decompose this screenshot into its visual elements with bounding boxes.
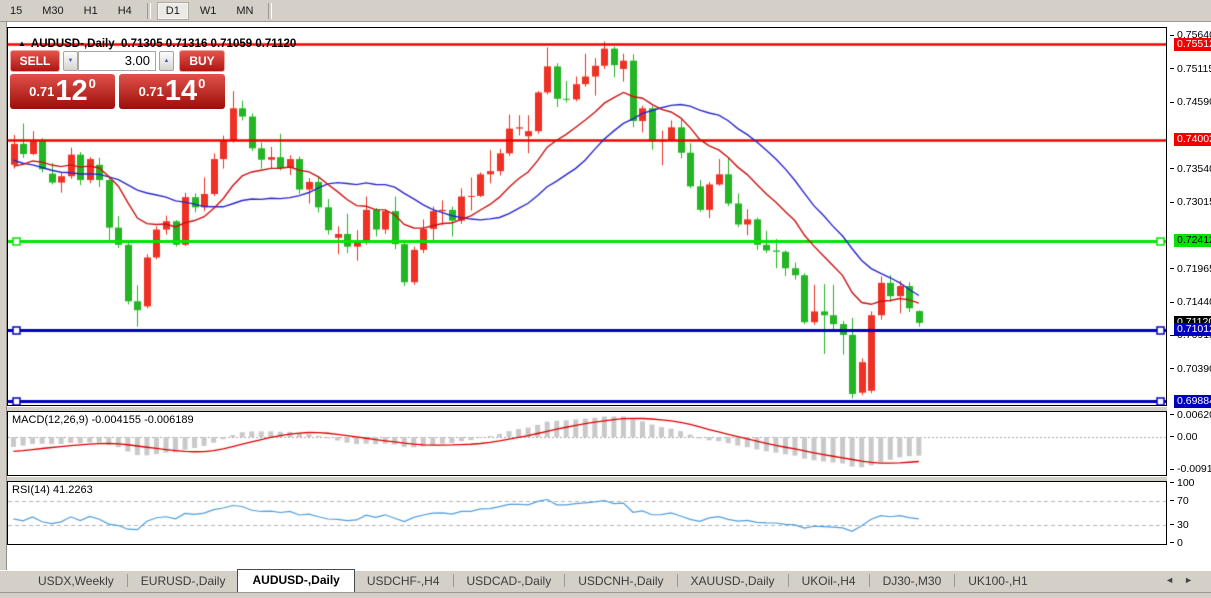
price-level-label: 0.71012 xyxy=(1174,323,1211,336)
chart-tab-uk100-h1[interactable]: UK100-,H1 xyxy=(956,571,1039,592)
price-tick-label: 0.73540 xyxy=(1170,163,1211,176)
price-level-label: 0.69884 xyxy=(1174,395,1211,408)
price-tick-label: 0.70390 xyxy=(1170,363,1211,376)
chart-tab-xauusd-daily[interactable]: XAUUSD-,Daily xyxy=(679,571,787,592)
price-tick-label: 0.75115 xyxy=(1170,63,1211,76)
timeframe-button-h1[interactable]: H1 xyxy=(75,2,107,20)
price-level-label: 0.74002 xyxy=(1174,133,1211,146)
tab-separator xyxy=(677,574,678,587)
collapse-panel-icon[interactable]: ▲ xyxy=(18,39,26,48)
chart-tab-ukoil-h4[interactable]: UKOil-,H4 xyxy=(790,571,868,592)
macd-tick-label: 0.00 xyxy=(1170,431,1197,444)
price-tick-label: 0.71440 xyxy=(1170,296,1211,309)
volume-increase-button[interactable]: ▲ xyxy=(159,51,174,71)
buy-price-point: 0 xyxy=(198,76,205,91)
tab-scroll-left-icon[interactable]: ◄ xyxy=(1165,575,1184,585)
macd-tick-label: 0.006201 xyxy=(1170,409,1211,422)
tab-separator xyxy=(954,574,955,587)
chart-tab-usdcad-daily[interactable]: USDCAD-,Daily xyxy=(455,571,564,592)
chart-tab-audusd-daily[interactable]: AUDUSD-,Daily xyxy=(237,569,354,592)
price-level-label: 0.72412 xyxy=(1174,234,1211,247)
timeframe-button-w1[interactable]: W1 xyxy=(191,2,226,20)
window-left-edge xyxy=(0,22,7,592)
timeframe-button-d1[interactable]: D1 xyxy=(157,2,189,20)
price-tick-label: 0.73015 xyxy=(1170,196,1211,209)
sell-price-prefix: 0.71 xyxy=(29,84,54,99)
price-level-label: 0.75512 xyxy=(1174,38,1211,51)
rsi-canvas[interactable] xyxy=(7,481,1167,545)
chart-tab-dj30-m30[interactable]: DJ30-,M30 xyxy=(871,571,954,592)
chart-tab-bar: USDX,WeeklyEURUSD-,DailyAUDUSD-,DailyUSD… xyxy=(0,570,1211,592)
rsi-pane: RSI(14) 41.2263 xyxy=(7,481,1167,545)
sell-button[interactable]: SELL xyxy=(10,50,60,72)
chart-tab-usdchf-h4[interactable]: USDCHF-,H4 xyxy=(355,571,452,592)
buy-price-pips: 14 xyxy=(165,77,197,106)
one-click-trading-panel: SELL ▼ ▲ BUY 0.71120 0.71140 xyxy=(10,49,228,109)
tab-separator xyxy=(788,574,789,587)
timeframe-toolbar: 15M30H1H4 D1W1MN xyxy=(0,0,1211,22)
buy-button[interactable]: BUY xyxy=(179,50,225,72)
volume-decrease-button[interactable]: ▼ xyxy=(63,51,78,71)
tab-scroll-right-icon[interactable]: ► xyxy=(1184,575,1203,585)
tab-separator xyxy=(869,574,870,587)
macd-indicator-label: MACD(12,26,9) -0.004155 -0.006189 xyxy=(12,414,194,426)
tab-separator xyxy=(127,574,128,587)
chart-tab-usdcnh-daily[interactable]: USDCNH-,Daily xyxy=(566,571,675,592)
rsi-tick-label: 30 xyxy=(1170,519,1189,532)
timeframe-button-15[interactable]: 15 xyxy=(1,2,31,20)
price-tick-label: 0.74590 xyxy=(1170,96,1211,109)
chart-window: ▲AUDUSD-,Daily 0.71305 0.71316 0.71059 0… xyxy=(7,22,1211,570)
toolbar-separator xyxy=(268,3,272,19)
toolbar-separator xyxy=(147,3,151,19)
trading-terminal: 15M30H1H4D1W1MN ▲AUDUSD-,Daily 0.71305 0… xyxy=(0,0,1211,598)
tab-scroll-arrows: ◄► xyxy=(1165,575,1203,585)
chart-tab-usdx-weekly[interactable]: USDX,Weekly xyxy=(26,571,126,592)
tab-separator xyxy=(453,574,454,587)
sell-price-pips: 12 xyxy=(55,77,87,106)
buy-price-quote[interactable]: 0.71140 xyxy=(119,74,225,109)
volume-input[interactable] xyxy=(78,51,156,71)
tab-separator xyxy=(564,574,565,587)
timeframe-button-mn[interactable]: MN xyxy=(227,2,262,20)
rsi-indicator-label: RSI(14) 41.2263 xyxy=(12,484,93,496)
timeframe-button-h4[interactable]: H4 xyxy=(109,2,141,20)
macd-tick-label: -0.009197 xyxy=(1170,463,1211,476)
timeframe-button-m30[interactable]: M30 xyxy=(33,2,72,20)
sell-price-quote[interactable]: 0.71120 xyxy=(10,74,115,109)
main-chart-pane: ▲AUDUSD-,Daily 0.71305 0.71316 0.71059 0… xyxy=(7,27,1167,406)
buy-price-prefix: 0.71 xyxy=(139,84,164,99)
price-tick-label: 0.71965 xyxy=(1170,263,1211,276)
rsi-tick-label: 0 xyxy=(1170,537,1183,550)
sell-price-point: 0 xyxy=(89,76,96,91)
chart-tab-eurusd-daily[interactable]: EURUSD-,Daily xyxy=(129,571,238,592)
macd-pane: MACD(12,26,9) -0.004155 -0.006189 xyxy=(7,411,1167,476)
bottom-edge xyxy=(0,592,1211,598)
rsi-tick-label: 100 xyxy=(1170,477,1195,490)
rsi-tick-label: 70 xyxy=(1170,495,1189,508)
